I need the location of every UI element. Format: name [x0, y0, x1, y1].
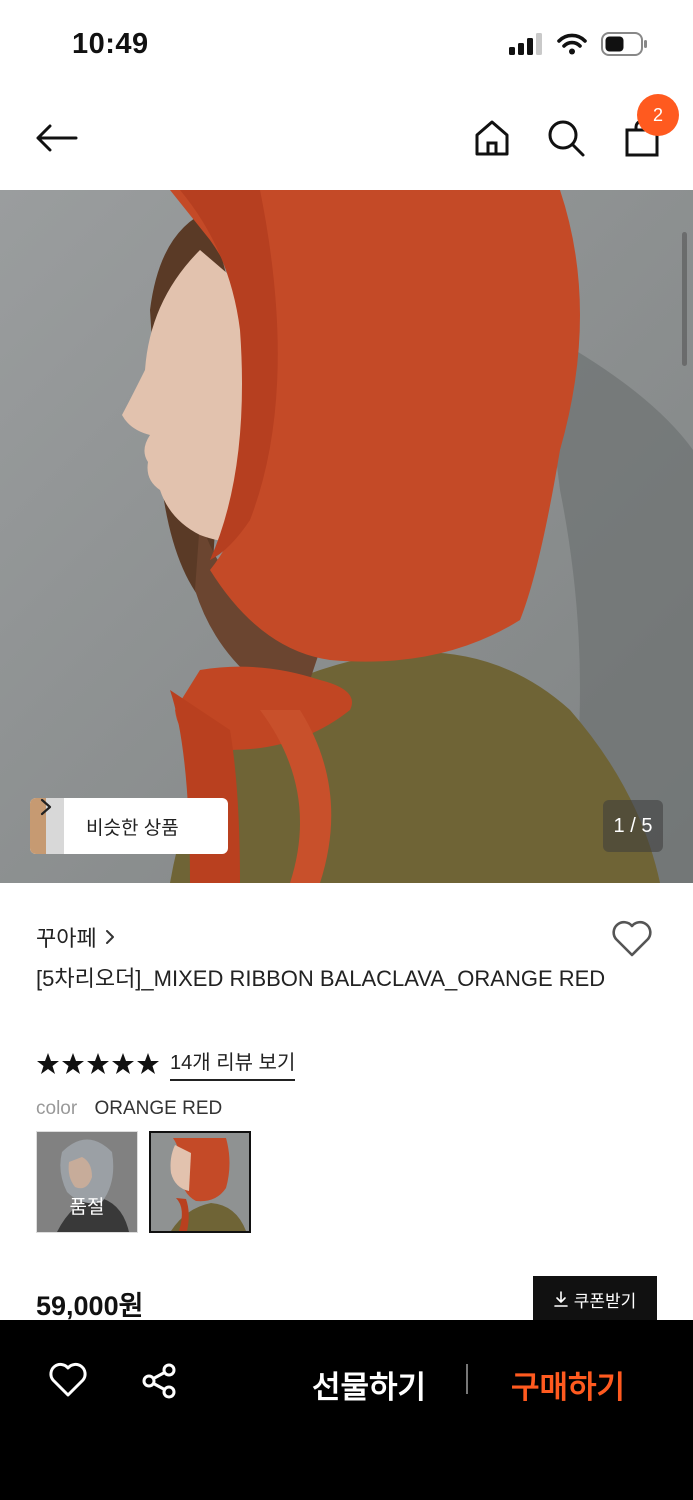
product-title: [5차리오더]_MIXED RIBBON BALACLAVA_ORANGE RE…: [36, 966, 606, 991]
star-icon: [87, 1052, 109, 1074]
back-button[interactable]: [32, 114, 80, 162]
cart-count-badge: 2: [637, 94, 679, 136]
search-icon: [548, 120, 585, 157]
color-value: ORANGE RED: [94, 1098, 223, 1119]
scroll-indicator[interactable]: [682, 232, 687, 366]
bottom-wishlist-button[interactable]: [48, 1362, 88, 1403]
similar-products-label: 비슷한 상품: [86, 817, 179, 839]
color-label: color: [36, 1098, 78, 1119]
star-rating: [36, 1052, 160, 1076]
chevron-right-icon: [105, 930, 114, 944]
wishlist-button[interactable]: [610, 918, 654, 963]
back-arrow-icon: [36, 124, 78, 152]
status-bar: 10:49: [0, 0, 693, 90]
product-image-carousel[interactable]: 비슷한 상품 1 / 5: [0, 190, 693, 883]
battery-icon: [601, 32, 647, 56]
signal-icon: [509, 33, 542, 55]
home-button[interactable]: [468, 114, 516, 162]
star-icon: [112, 1052, 134, 1074]
coupon-button[interactable]: 쿠폰받기: [533, 1276, 657, 1322]
heart-icon: [612, 920, 652, 957]
star-icon: [137, 1052, 159, 1074]
top-navbar: [0, 96, 693, 180]
brand-link[interactable]: 꾸아페: [36, 921, 115, 953]
product-photo: [0, 190, 693, 883]
home-icon: [475, 120, 509, 156]
divider: [466, 1364, 468, 1394]
rating-row: 14개 리뷰 보기: [36, 1046, 296, 1081]
swatch-photo: [151, 1133, 249, 1231]
image-counter: 1 / 5: [603, 800, 663, 852]
wifi-icon: [557, 33, 587, 55]
status-time: 10:49: [72, 28, 149, 60]
share-icon: [142, 1363, 176, 1399]
brand-name: 꾸아페: [36, 926, 97, 951]
coupon-label: 쿠폰받기: [573, 1291, 637, 1311]
product-price: 59,000원: [36, 1291, 144, 1321]
color-option-row: color ORANGE RED: [36, 1098, 222, 1120]
status-icons: [509, 32, 649, 56]
color-swatch-orange-red[interactable]: [149, 1131, 251, 1233]
bottom-action-bar: 선물하기 구매하기: [0, 1320, 693, 1500]
search-button[interactable]: [542, 114, 590, 162]
soldout-label: 품절: [37, 1132, 137, 1232]
buy-button[interactable]: 구매하기: [511, 1362, 625, 1407]
review-link[interactable]: 14개 리뷰 보기: [170, 1046, 296, 1081]
star-icon: [62, 1052, 84, 1074]
similar-products-button[interactable]: 비슷한 상품: [30, 798, 228, 854]
heart-icon: [49, 1362, 87, 1397]
share-button[interactable]: [140, 1362, 178, 1405]
download-icon: [553, 1291, 568, 1307]
gift-button[interactable]: 선물하기: [312, 1362, 426, 1407]
chevron-right-icon: [40, 798, 52, 816]
star-icon: [37, 1052, 59, 1074]
color-swatch-gray[interactable]: 품절: [36, 1131, 138, 1233]
